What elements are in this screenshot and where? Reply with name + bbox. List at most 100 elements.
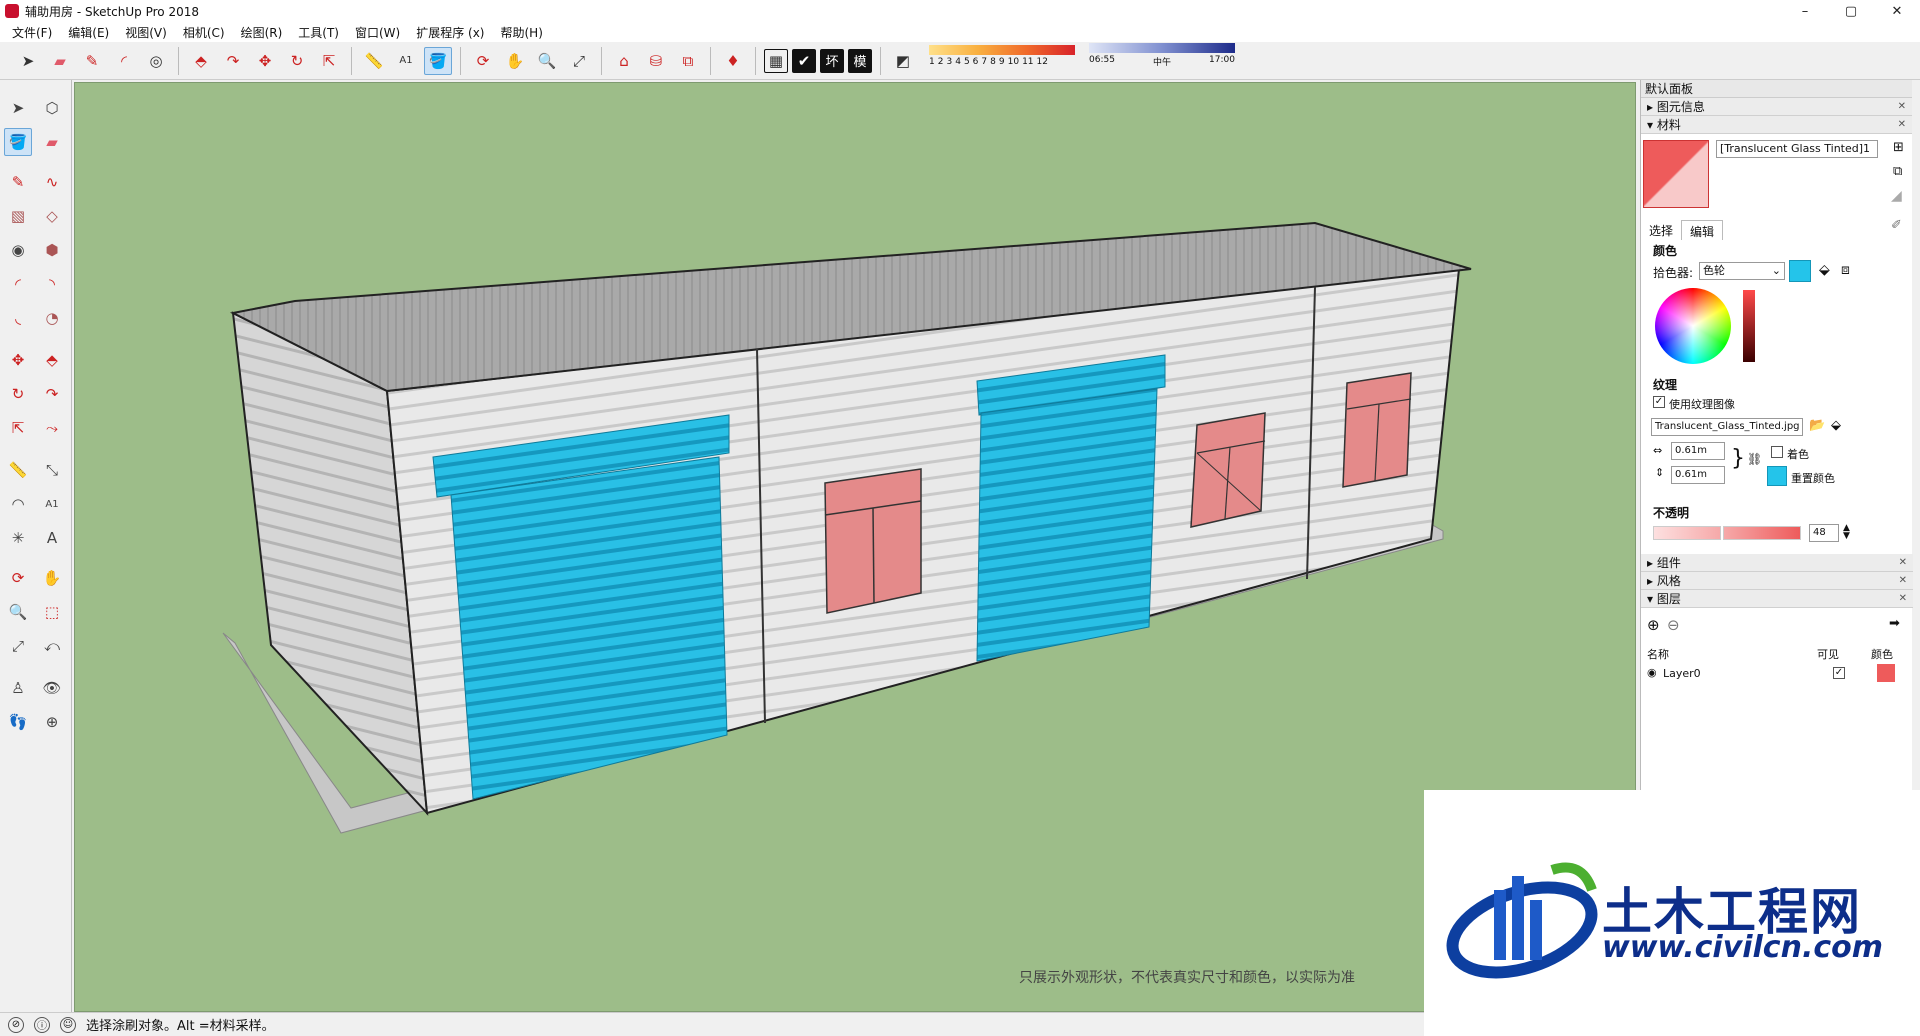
layer-visible-checkbox[interactable]: ✓ xyxy=(1833,667,1845,679)
color-wheel[interactable] xyxy=(1655,288,1731,364)
walk-tool-icon[interactable]: 👣 xyxy=(4,708,32,736)
previous-view-icon[interactable]: ⤺ xyxy=(38,632,66,660)
scale-tool-icon[interactable]: ⇱ xyxy=(4,414,32,442)
tab-edit[interactable]: 编辑 xyxy=(1681,220,1724,240)
texture-width-field[interactable]: 0.61m xyxy=(1671,442,1725,460)
polygon-tool-icon[interactable]: ⬢ xyxy=(38,236,66,264)
menu-file[interactable]: 文件(F) xyxy=(4,24,60,41)
select-tool-icon[interactable]: ➤ xyxy=(4,94,32,122)
follow-me-tool-icon[interactable]: ↷ xyxy=(38,380,66,408)
text-tool-icon[interactable]: A1 xyxy=(392,47,420,75)
add-layer-icon[interactable]: ⊕ xyxy=(1647,616,1660,634)
two-point-arc-icon[interactable]: ◝ xyxy=(38,270,66,298)
menu-edit[interactable]: 编辑(E) xyxy=(60,24,117,41)
section-styles[interactable]: ▸ 风格 ✕ xyxy=(1641,572,1913,590)
texture-height-field[interactable]: 0.61m xyxy=(1671,466,1725,484)
reset-color-label[interactable]: 重置颜色 xyxy=(1791,470,1835,486)
opacity-slider[interactable] xyxy=(1723,526,1801,540)
share-model-icon[interactable]: ⛁ xyxy=(642,47,670,75)
section-plane-icon[interactable]: ⊕ xyxy=(38,708,66,736)
pan-tool-icon[interactable]: ✋ xyxy=(501,47,529,75)
dimension-tool-icon[interactable]: ⤡ xyxy=(38,456,66,484)
material-name-field[interactable]: [Translucent Glass Tinted]1 xyxy=(1716,140,1878,158)
zoom-window-icon[interactable]: ⬚ xyxy=(38,598,66,626)
scale-tool-icon[interactable]: ⇱ xyxy=(315,47,343,75)
bad-model-button[interactable]: 坏 xyxy=(820,48,844,73)
push-pull-tool-icon[interactable]: ⬘ xyxy=(187,47,215,75)
reset-color-swatch[interactable] xyxy=(1767,466,1787,486)
tab-select[interactable]: 选择 xyxy=(1641,220,1681,240)
move-tool-icon[interactable]: ✥ xyxy=(4,346,32,374)
layer-details-icon[interactable]: ➡ xyxy=(1889,616,1900,631)
menu-tools[interactable]: 工具(T) xyxy=(290,24,347,41)
colorize-checkbox[interactable] xyxy=(1771,446,1783,458)
arc-tool-icon[interactable]: ◜ xyxy=(4,270,32,298)
menu-draw[interactable]: 绘图(R) xyxy=(233,24,291,41)
push-pull-tool-icon[interactable]: ⬘ xyxy=(38,346,66,374)
section-materials[interactable]: ▾ 材料 ✕ xyxy=(1641,116,1912,134)
close-button[interactable]: ✕ xyxy=(1874,0,1920,22)
model-viewport[interactable]: 只展示外观形状，不代表真实尺寸和颜色，以实际为准 xyxy=(74,82,1636,1012)
axes-tool-icon[interactable]: ✳ xyxy=(4,524,32,552)
extension-warehouse-icon[interactable]: ⧉ xyxy=(674,47,702,75)
user-account-icon[interactable]: ☺ xyxy=(60,1016,76,1033)
ruby-icon[interactable]: ♦ xyxy=(719,47,747,75)
section-entity-info[interactable]: ▸ 图元信息 ✕ xyxy=(1641,98,1912,116)
delete-layer-icon[interactable]: ⊖ xyxy=(1667,616,1680,634)
menu-view[interactable]: 视图(V) xyxy=(117,24,175,41)
match-screen-color-icon[interactable]: ⧈ xyxy=(1841,262,1850,278)
zoom-extents-icon[interactable]: ⤢ xyxy=(4,632,32,660)
eyedropper-icon[interactable]: ✐ xyxy=(1891,218,1902,233)
credits-icon[interactable]: ⓘ xyxy=(34,1016,50,1033)
edit-texture-icon[interactable]: ⬙ xyxy=(1831,418,1841,433)
brightness-slider[interactable] xyxy=(1743,290,1755,362)
tape-measure-icon[interactable]: 📏 xyxy=(4,456,32,484)
shadow-time-slider[interactable]: 06:55 中午 17:00 xyxy=(1089,43,1235,68)
display-secondary-icon[interactable]: ⧉ xyxy=(1893,164,1902,179)
shadow-date-slider[interactable]: 1 2 3 4 5 6 7 8 9 10 11 12 xyxy=(929,44,1075,67)
eraser-tool-icon[interactable]: ▰ xyxy=(38,128,66,156)
position-camera-icon[interactable]: ♙ xyxy=(4,674,32,702)
freehand-tool-icon[interactable]: ∿ xyxy=(38,168,66,196)
section-components[interactable]: ▸ 组件 ✕ xyxy=(1641,554,1913,572)
chain-link-icon[interactable]: ⛓ xyxy=(1747,452,1762,466)
warehouse-icon[interactable]: ⌂ xyxy=(610,47,638,75)
menu-window[interactable]: 窗口(W) xyxy=(347,24,408,41)
minimize-button[interactable]: – xyxy=(1782,0,1828,22)
arc-tool-icon[interactable]: ◜ xyxy=(110,47,138,75)
line-tool-icon[interactable]: ✎ xyxy=(4,168,32,196)
link-aspect-icon[interactable]: } xyxy=(1731,446,1745,471)
rotate-tool-icon[interactable]: ↻ xyxy=(283,47,311,75)
sample-paint-icon[interactable]: ◢ xyxy=(1891,188,1902,204)
model-button[interactable]: 模 xyxy=(848,48,872,73)
follow-me-tool-icon[interactable]: ↷ xyxy=(219,47,247,75)
section-layers[interactable]: ▾ 图层 ✕ xyxy=(1641,590,1913,608)
geo-location-icon[interactable]: ⊘ xyxy=(8,1016,24,1033)
opacity-value-field[interactable]: 48 xyxy=(1809,524,1839,542)
zoom-tool-icon[interactable]: 🔍 xyxy=(533,47,561,75)
move-tool-icon[interactable]: ✥ xyxy=(251,47,279,75)
browse-folder-icon[interactable]: 📂 xyxy=(1809,418,1825,433)
match-model-color-icon[interactable]: ⬙ xyxy=(1819,262,1830,278)
menu-camera[interactable]: 相机(C) xyxy=(175,24,233,41)
menu-extensions[interactable]: 扩展程序 (x) xyxy=(408,24,492,41)
rectangle-tool-icon[interactable]: ▧ xyxy=(4,202,32,230)
active-layer-radio[interactable]: ◉ xyxy=(1647,666,1657,679)
opacity-spinner-icon[interactable]: ▲ ▼ xyxy=(1843,524,1850,541)
pencil-tool-icon[interactable]: ✎ xyxy=(78,47,106,75)
rotated-rectangle-icon[interactable]: ◇ xyxy=(38,202,66,230)
orbit-tool-icon[interactable]: ⟳ xyxy=(469,47,497,75)
make-component-icon[interactable]: ⬡ xyxy=(38,94,66,122)
paint-bucket-icon[interactable]: 🪣 xyxy=(4,128,32,156)
use-texture-checkbox[interactable]: ✓ xyxy=(1653,396,1665,408)
texture-file-field[interactable]: Translucent_Glass_Tinted.jpg xyxy=(1651,418,1803,436)
tape-measure-icon[interactable]: 📏 xyxy=(360,47,388,75)
zoom-tool-icon[interactable]: 🔍 xyxy=(4,598,32,626)
paint-bucket-icon[interactable]: 🪣 xyxy=(424,46,452,75)
zoom-extents-icon[interactable]: ⤢ xyxy=(565,47,593,75)
current-color-swatch[interactable] xyxy=(1789,260,1811,282)
maximize-button[interactable]: ▢ xyxy=(1828,0,1874,22)
orbit-tool-icon[interactable]: ⟳ xyxy=(4,564,32,592)
look-around-icon[interactable]: 👁 xyxy=(38,674,66,702)
color-picker-select[interactable]: 色轮 ⌄ xyxy=(1699,262,1785,280)
